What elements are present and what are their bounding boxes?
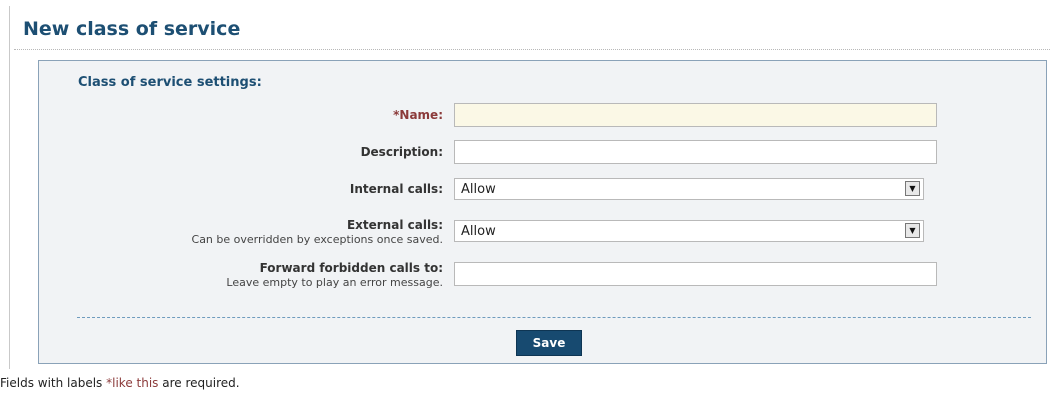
- footnote-required-example: *like this: [106, 376, 159, 390]
- title-divider: [14, 49, 1050, 50]
- description-label: Description:: [360, 145, 443, 159]
- name-label: *Name:: [393, 108, 443, 122]
- chevron-down-icon[interactable]: ▼: [905, 181, 920, 196]
- external-calls-hint: Can be overridden by exceptions once sav…: [191, 233, 443, 246]
- description-input[interactable]: [454, 140, 937, 164]
- forward-label: Forward forbidden calls to:: [259, 261, 443, 275]
- footnote-prefix: Fields with labels: [0, 376, 107, 390]
- external-calls-select[interactable]: Allow ▼: [454, 220, 924, 242]
- external-calls-label: External calls:: [346, 218, 443, 232]
- save-button[interactable]: Save: [516, 330, 582, 356]
- forward-input[interactable]: [454, 262, 937, 286]
- settings-panel: Class of service settings: *Name: Descri…: [38, 60, 1047, 364]
- name-input[interactable]: [454, 103, 937, 127]
- chevron-down-icon[interactable]: ▼: [905, 223, 920, 238]
- required-footnote: Fields with labels *like this are requir…: [0, 376, 240, 390]
- form-divider: [77, 317, 1031, 318]
- internal-calls-value: Allow: [461, 182, 496, 197]
- page-title: New class of service: [23, 18, 241, 40]
- internal-calls-label: Internal calls:: [349, 182, 443, 196]
- section-title: Class of service settings:: [78, 75, 262, 90]
- internal-calls-select[interactable]: Allow ▼: [454, 178, 924, 200]
- external-calls-value: Allow: [461, 224, 496, 239]
- forward-hint: Leave empty to play an error message.: [226, 276, 443, 289]
- footnote-suffix: are required.: [158, 376, 240, 390]
